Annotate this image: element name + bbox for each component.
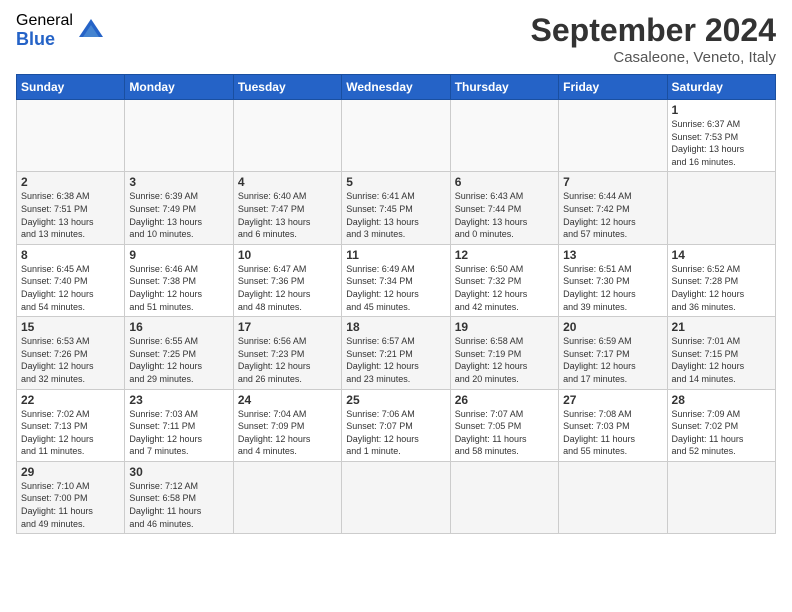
calendar-day-5: 5Sunrise: 6:41 AMSunset: 7:45 PMDaylight…	[342, 172, 450, 244]
title-section: September 2024 Casaleone, Veneto, Italy	[531, 12, 776, 66]
calendar-header-row: Sunday Monday Tuesday Wednesday Thursday…	[17, 75, 776, 100]
calendar-day-23: 23Sunrise: 7:03 AMSunset: 7:11 PMDayligh…	[125, 389, 233, 461]
calendar-week-3: 8Sunrise: 6:45 AMSunset: 7:40 PMDaylight…	[17, 244, 776, 316]
calendar-empty-cell	[559, 100, 667, 172]
header-tuesday: Tuesday	[233, 75, 341, 100]
logo-blue: Blue	[16, 30, 73, 50]
calendar-day-30: 30Sunrise: 7:12 AMSunset: 6:58 PMDayligh…	[125, 461, 233, 533]
calendar-day-7: 7Sunrise: 6:44 AMSunset: 7:42 PMDaylight…	[559, 172, 667, 244]
calendar-empty-cell	[233, 100, 341, 172]
calendar-day-1: 1Sunrise: 6:37 AMSunset: 7:53 PMDaylight…	[667, 100, 775, 172]
header-thursday: Thursday	[450, 75, 558, 100]
calendar-empty-cell	[125, 100, 233, 172]
logo: General Blue	[16, 12, 105, 49]
logo-icon	[77, 17, 105, 45]
calendar-day-14: 14Sunrise: 6:52 AMSunset: 7:28 PMDayligh…	[667, 244, 775, 316]
calendar-day-25: 25Sunrise: 7:06 AMSunset: 7:07 PMDayligh…	[342, 389, 450, 461]
calendar-body: 1Sunrise: 6:37 AMSunset: 7:53 PMDaylight…	[17, 100, 776, 534]
calendar-day-29: 29Sunrise: 7:10 AMSunset: 7:00 PMDayligh…	[17, 461, 125, 533]
calendar-day-22: 22Sunrise: 7:02 AMSunset: 7:13 PMDayligh…	[17, 389, 125, 461]
location: Casaleone, Veneto, Italy	[531, 49, 776, 66]
header-monday: Monday	[125, 75, 233, 100]
header-wednesday: Wednesday	[342, 75, 450, 100]
calendar-week-1: 1Sunrise: 6:37 AMSunset: 7:53 PMDaylight…	[17, 100, 776, 172]
calendar-day-2: 2Sunrise: 6:38 AMSunset: 7:51 PMDaylight…	[17, 172, 125, 244]
calendar-week-4: 15Sunrise: 6:53 AMSunset: 7:26 PMDayligh…	[17, 317, 776, 389]
calendar-table: Sunday Monday Tuesday Wednesday Thursday…	[16, 74, 776, 534]
calendar-day-10: 10Sunrise: 6:47 AMSunset: 7:36 PMDayligh…	[233, 244, 341, 316]
calendar-empty-cell	[342, 461, 450, 533]
calendar-day-16: 16Sunrise: 6:55 AMSunset: 7:25 PMDayligh…	[125, 317, 233, 389]
calendar-day-11: 11Sunrise: 6:49 AMSunset: 7:34 PMDayligh…	[342, 244, 450, 316]
calendar-day-24: 24Sunrise: 7:04 AMSunset: 7:09 PMDayligh…	[233, 389, 341, 461]
calendar-day-4: 4Sunrise: 6:40 AMSunset: 7:47 PMDaylight…	[233, 172, 341, 244]
calendar-day-12: 12Sunrise: 6:50 AMSunset: 7:32 PMDayligh…	[450, 244, 558, 316]
calendar-empty-cell	[342, 100, 450, 172]
calendar-day-18: 18Sunrise: 6:57 AMSunset: 7:21 PMDayligh…	[342, 317, 450, 389]
calendar-day-20: 20Sunrise: 6:59 AMSunset: 7:17 PMDayligh…	[559, 317, 667, 389]
header-saturday: Saturday	[667, 75, 775, 100]
calendar-week-5: 22Sunrise: 7:02 AMSunset: 7:13 PMDayligh…	[17, 389, 776, 461]
calendar-empty-cell	[450, 100, 558, 172]
calendar-empty-cell	[667, 461, 775, 533]
calendar-empty-cell	[450, 461, 558, 533]
header: General Blue September 2024 Casaleone, V…	[16, 12, 776, 66]
calendar-empty-cell	[17, 100, 125, 172]
logo-text: General Blue	[16, 12, 73, 49]
calendar-day-13: 13Sunrise: 6:51 AMSunset: 7:30 PMDayligh…	[559, 244, 667, 316]
logo-general: General	[16, 12, 73, 30]
calendar-day-28: 28Sunrise: 7:09 AMSunset: 7:02 PMDayligh…	[667, 389, 775, 461]
header-sunday: Sunday	[17, 75, 125, 100]
calendar-day-17: 17Sunrise: 6:56 AMSunset: 7:23 PMDayligh…	[233, 317, 341, 389]
calendar-day-26: 26Sunrise: 7:07 AMSunset: 7:05 PMDayligh…	[450, 389, 558, 461]
calendar-day-6: 6Sunrise: 6:43 AMSunset: 7:44 PMDaylight…	[450, 172, 558, 244]
main-container: General Blue September 2024 Casaleone, V…	[0, 0, 792, 542]
calendar-empty-cell	[233, 461, 341, 533]
calendar-day-21: 21Sunrise: 7:01 AMSunset: 7:15 PMDayligh…	[667, 317, 775, 389]
calendar-day-3: 3Sunrise: 6:39 AMSunset: 7:49 PMDaylight…	[125, 172, 233, 244]
calendar-day-8: 8Sunrise: 6:45 AMSunset: 7:40 PMDaylight…	[17, 244, 125, 316]
header-friday: Friday	[559, 75, 667, 100]
calendar-day-9: 9Sunrise: 6:46 AMSunset: 7:38 PMDaylight…	[125, 244, 233, 316]
calendar-day-19: 19Sunrise: 6:58 AMSunset: 7:19 PMDayligh…	[450, 317, 558, 389]
calendar-day-27: 27Sunrise: 7:08 AMSunset: 7:03 PMDayligh…	[559, 389, 667, 461]
month-title: September 2024	[531, 12, 776, 49]
calendar-week-2: 2Sunrise: 6:38 AMSunset: 7:51 PMDaylight…	[17, 172, 776, 244]
calendar-empty-cell	[559, 461, 667, 533]
calendar-week-6: 29Sunrise: 7:10 AMSunset: 7:00 PMDayligh…	[17, 461, 776, 533]
calendar-day-15: 15Sunrise: 6:53 AMSunset: 7:26 PMDayligh…	[17, 317, 125, 389]
calendar-empty-cell	[667, 172, 775, 244]
